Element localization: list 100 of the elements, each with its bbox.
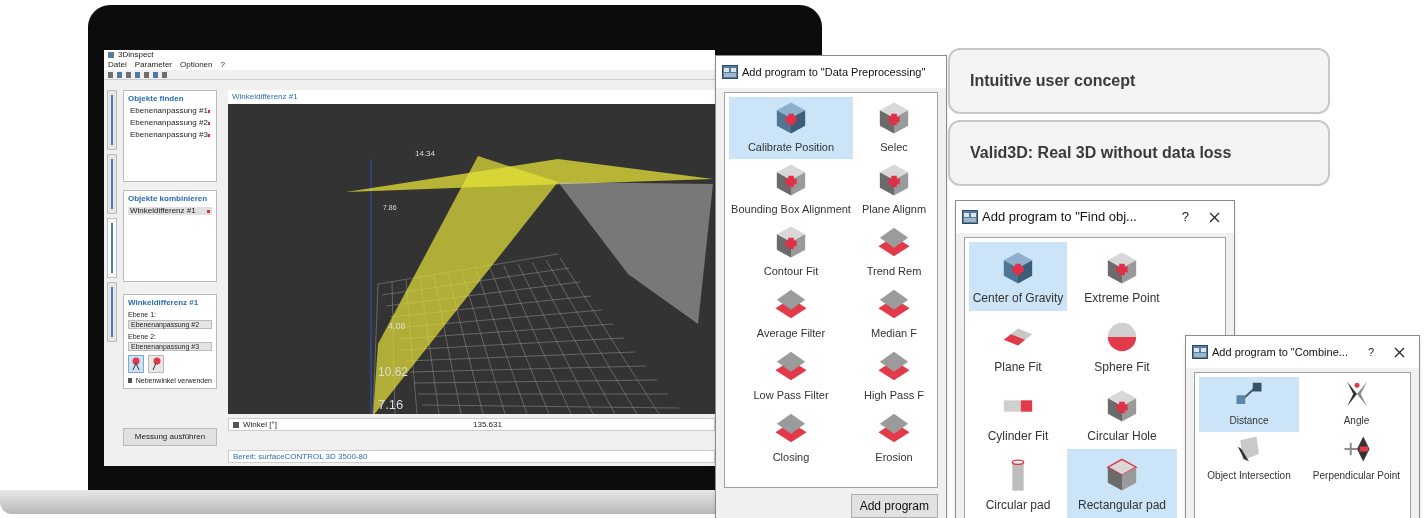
object-list-item[interactable]: Winkeldifferenz #1 — [128, 207, 212, 215]
program-tile[interactable]: Object Intersection — [1199, 432, 1299, 487]
pin-tool-button[interactable] — [128, 355, 144, 373]
program-label: Object Intersection — [1207, 469, 1291, 483]
cube-icon — [1105, 389, 1139, 423]
program-tile[interactable]: Angle — [1299, 377, 1410, 432]
program-label: Selec — [880, 139, 908, 155]
object-list-item[interactable]: Ebenenanpassung #1 — [128, 107, 212, 115]
program-tile[interactable]: Contour Fit — [729, 221, 853, 283]
program-label: Median F — [871, 325, 917, 341]
status-bar: Bereit: surfaceCONTROL 3D 3500-80 — [228, 450, 715, 463]
menu-item[interactable]: Datei — [108, 61, 127, 69]
program-label: Rectangular pad — [1077, 497, 1167, 514]
app-icon — [108, 52, 114, 58]
help-button[interactable]: ? — [1359, 343, 1382, 361]
run-measurement-button[interactable]: Messung ausführen — [123, 428, 217, 446]
program-tile[interactable]: Bounding Box Alignment — [729, 159, 853, 221]
program-label: Sphere Fit — [1094, 359, 1150, 376]
program-label: Circular Hole — [1087, 428, 1157, 445]
checkbox[interactable] — [233, 421, 239, 428]
checkbox[interactable] — [128, 378, 132, 383]
program-tile[interactable]: Distance — [1199, 377, 1299, 432]
program-tile[interactable]: High Pass F — [853, 345, 935, 407]
vertical-tab[interactable] — [107, 154, 117, 214]
result-value: 135.631 — [473, 420, 502, 429]
program-tile[interactable]: Low Pass Filter — [729, 345, 853, 407]
menu-item[interactable]: Optionen — [180, 61, 213, 69]
program-tile[interactable]: Extreme Point — [1067, 242, 1177, 311]
program-label: Cylinder Fit — [987, 428, 1049, 445]
cube-icon — [877, 100, 911, 135]
program-tile[interactable]: Circular Hole — [1067, 380, 1177, 449]
program-label: Extreme Point — [1084, 290, 1160, 307]
dialog-title: Add program to "Find obj... — [982, 208, 1137, 227]
program-tile[interactable]: Perpendicular Point — [1299, 432, 1410, 487]
program-label: Distance — [1229, 414, 1269, 428]
cube-icon — [774, 224, 808, 259]
view-title: Winkeldifferenz #1 — [232, 93, 298, 101]
add-program-button[interactable]: Add program — [850, 494, 938, 518]
program-tile[interactable]: Selec — [853, 97, 935, 159]
dialog-title: Add program to "Data Preprocessing" — [742, 64, 926, 80]
close-icon — [1394, 346, 1405, 358]
feature-callout: Valid3D: Real 3D without data loss — [948, 120, 1330, 186]
program-label: Low Pass Filter — [753, 387, 829, 403]
pin-tool-button[interactable] — [148, 355, 164, 373]
cube-icon — [1105, 458, 1139, 492]
vertical-tab[interactable] — [107, 282, 117, 342]
program-label: Bounding Box Alignment — [731, 201, 851, 217]
program-tile[interactable]: Calibrate Position — [729, 97, 853, 159]
program-tile[interactable]: Cylinder Fit — [969, 380, 1067, 449]
window-icon — [1192, 345, 1208, 359]
sphere-icon — [1105, 320, 1139, 354]
panel-title: Objekte finden — [128, 95, 185, 103]
program-label: Closing — [772, 449, 810, 465]
program-label: Erosion — [875, 449, 913, 465]
program-label: Circular pad — [985, 497, 1051, 514]
program-label: Angle — [1343, 414, 1370, 428]
feature-callout: Intuitive user concept — [948, 48, 1330, 114]
program-tile[interactable]: Sphere Fit — [1067, 311, 1177, 380]
result-label: Winkel [°] — [243, 420, 278, 429]
close-icon — [1209, 211, 1220, 223]
cube-icon — [877, 162, 911, 197]
axis-label: 10.62 — [378, 366, 409, 378]
program-tile[interactable]: Rectangular pad — [1067, 449, 1177, 518]
object-list-item[interactable]: Ebenenanpassung #2 — [128, 119, 212, 127]
program-tile[interactable]: Average Filter — [729, 283, 853, 345]
program-label: Contour Fit — [763, 263, 819, 279]
window-icon — [722, 65, 738, 79]
program-tile[interactable]: Median F — [853, 283, 935, 345]
dialog-title: Add program to "Combine... — [1212, 344, 1348, 360]
panel-title: Winkeldifferenz #1 — [128, 299, 200, 307]
program-tile[interactable]: Plane Fit — [969, 311, 1067, 380]
program-label: Plane Alignm — [861, 201, 927, 217]
program-label: Plane Fit — [994, 359, 1042, 376]
menu-item[interactable]: ? — [220, 61, 225, 69]
program-label: Center of Gravity — [972, 290, 1064, 307]
vertical-tab[interactable] — [107, 218, 117, 278]
program-tile[interactable]: Plane Alignm — [853, 159, 935, 221]
window-title: 3Dinspect — [118, 51, 154, 59]
program-tile[interactable]: Center of Gravity — [969, 242, 1067, 311]
menu-item[interactable]: Parameter — [134, 61, 173, 69]
program-label: Calibrate Position — [747, 139, 835, 155]
program-label: Perpendicular Point — [1312, 469, 1401, 483]
panel-title: Objekte kombinieren — [128, 195, 209, 203]
program-label: Average Filter — [756, 325, 826, 341]
program-tile[interactable]: Trend Rem — [853, 221, 935, 283]
program-tile[interactable]: Erosion — [853, 407, 935, 469]
axis-label: 4.08 — [388, 322, 406, 331]
program-tile[interactable]: Closing — [729, 407, 853, 469]
cube-icon — [1001, 251, 1035, 285]
program-label: High Pass F — [864, 387, 924, 403]
cube-icon — [774, 162, 808, 197]
program-label: Trend Rem — [866, 263, 922, 279]
help-button[interactable]: ? — [1173, 207, 1197, 227]
cube-icon — [1105, 251, 1139, 285]
vertical-tab[interactable] — [107, 90, 117, 150]
window-icon — [962, 210, 978, 224]
cube-icon — [774, 100, 808, 135]
axis-label: 14.34 — [415, 150, 436, 158]
program-tile[interactable]: Circular pad — [969, 449, 1067, 518]
object-list-item[interactable]: Ebenenanpassung #3 — [128, 131, 212, 139]
